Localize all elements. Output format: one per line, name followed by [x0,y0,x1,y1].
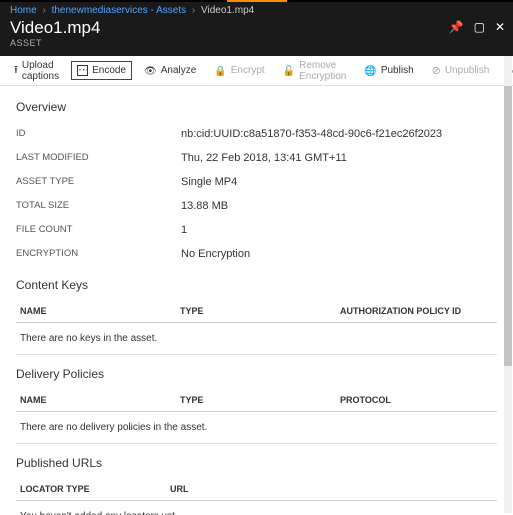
scrollbar-thumb[interactable] [504,86,512,366]
last-modified-value: Thu, 22 Feb 2018, 13:41 GMT+11 [181,152,347,164]
published-heading: Published URLs [16,456,497,470]
asset-type-label: ASSET TYPE [16,176,181,188]
page-title: Video1.mp4 [10,18,503,38]
col-name: NAME [20,306,180,316]
encode-icon [77,65,88,76]
col-auth: AUTHORIZATION POLICY ID [340,306,493,316]
total-size-label: TOTAL SIZE [16,200,181,212]
lock-icon [214,65,226,77]
encryption-label: ENCRYPTION [16,248,181,260]
asset-type-value: Single MP4 [181,176,237,188]
publish-label: Publish [381,65,414,76]
published-empty: You haven't added any locators yet. [16,501,497,515]
col-url: URL [170,484,493,494]
file-count-label: FILE COUNT [16,224,181,236]
scrollbar[interactable] [504,56,512,513]
overview-heading: Overview [16,100,497,114]
breadcrumb: Home › thenewmediaservices - Assets › Vi… [0,2,513,16]
unpublish-label: Unpublish [445,65,489,76]
id-value: nb:cid:UUID:c8a51870-f353-48cd-90c6-f21e… [181,128,442,140]
maximize-icon[interactable]: ▢ [474,20,485,34]
delivery-empty: There are no delivery policies in the as… [16,412,497,444]
content-keys-heading: Content Keys [16,278,497,292]
breadcrumb-sep: › [42,5,45,16]
upload-captions-button[interactable]: ⭱ Upload captions [8,56,65,86]
content-keys-empty: There are no keys in the asset. [16,323,497,355]
close-icon[interactable]: ✕ [495,20,505,34]
unpublish-button[interactable]: ⊘ Unpublish [426,60,496,81]
unpublish-icon: ⊘ [432,64,441,77]
toolbar: ⭱ Upload captions Encode Analyze Encrypt… [0,56,513,86]
col-locator: LOCATOR TYPE [20,484,170,494]
breadcrumb-current: Video1.mp4 [201,5,254,16]
col-type: TYPE [180,395,340,405]
accent-indicator [227,0,287,2]
page-subtitle: ASSET [10,38,503,48]
globe-icon [364,65,376,77]
window-top-strip [0,0,513,2]
blade-header: Video1.mp4 ASSET 📌 ▢ ✕ [0,16,513,56]
pin-icon[interactable]: 📌 [449,20,464,34]
analyze-icon [144,65,157,77]
encryption-value: No Encryption [181,248,250,260]
col-protocol: PROTOCOL [340,395,493,405]
upload-captions-label: Upload captions [22,60,59,82]
analyze-label: Analyze [161,65,197,76]
encode-label: Encode [92,65,126,76]
total-size-value: 13.88 MB [181,200,228,212]
col-type: TYPE [180,306,340,316]
encrypt-label: Encrypt [231,65,265,76]
remove-encryption-label: Remove Encryption [299,60,346,82]
remove-encryption-button[interactable]: Remove Encryption [277,56,353,86]
upload-icon: ⭱ [14,61,18,80]
breadcrumb-sep: › [192,5,195,16]
encode-button[interactable]: Encode [71,61,132,80]
breadcrumb-service[interactable]: thenewmediaservices - Assets [52,5,187,16]
unlock-icon [283,65,295,77]
delivery-header: NAME TYPE PROTOCOL [16,389,497,412]
encrypt-button[interactable]: Encrypt [208,61,270,81]
content-area: Overview IDnb:cid:UUID:c8a51870-f353-48c… [0,86,513,515]
delivery-heading: Delivery Policies [16,367,497,381]
last-modified-label: LAST MODIFIED [16,152,181,164]
col-name: NAME [20,395,180,405]
file-count-value: 1 [181,224,187,236]
id-label: ID [16,128,181,140]
content-keys-header: NAME TYPE AUTHORIZATION POLICY ID [16,300,497,323]
publish-button[interactable]: Publish [358,61,419,81]
published-header: LOCATOR TYPE URL [16,478,497,501]
breadcrumb-home[interactable]: Home [10,5,37,16]
analyze-button[interactable]: Analyze [138,61,202,81]
